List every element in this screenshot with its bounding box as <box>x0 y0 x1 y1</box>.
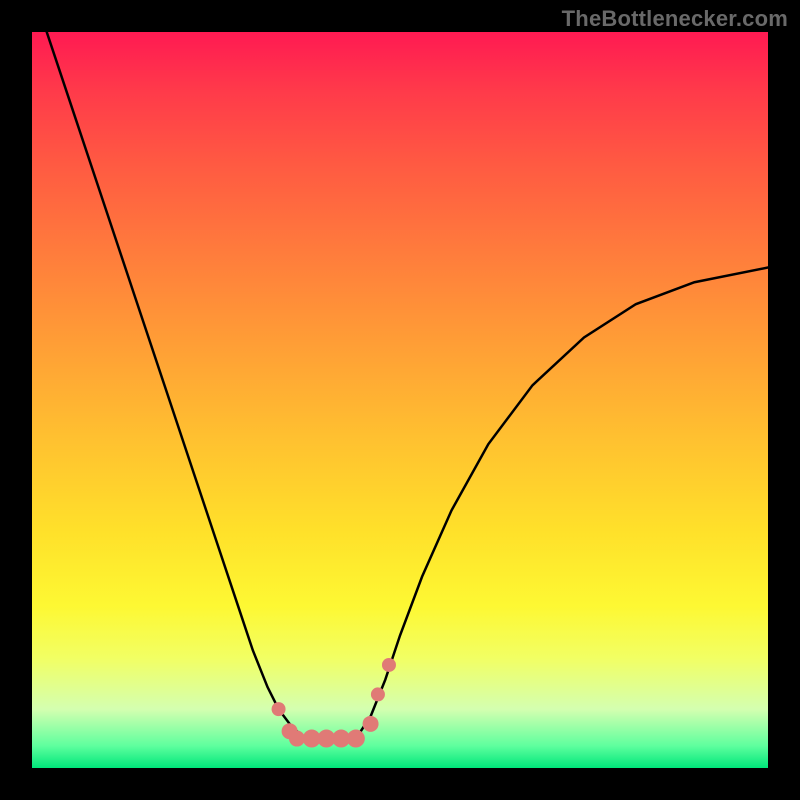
left-branch-path <box>47 32 356 739</box>
data-marker <box>371 687 385 701</box>
plot-area <box>32 32 768 768</box>
data-marker <box>272 702 286 716</box>
right-branch-path <box>356 268 768 739</box>
data-marker <box>347 730 365 748</box>
data-marker <box>382 658 396 672</box>
watermark-text: TheBottlenecker.com <box>562 6 788 32</box>
data-marker <box>363 716 379 732</box>
curve-layer <box>32 32 768 768</box>
chart-frame: TheBottlenecker.com <box>0 0 800 800</box>
data-marker <box>289 731 305 747</box>
